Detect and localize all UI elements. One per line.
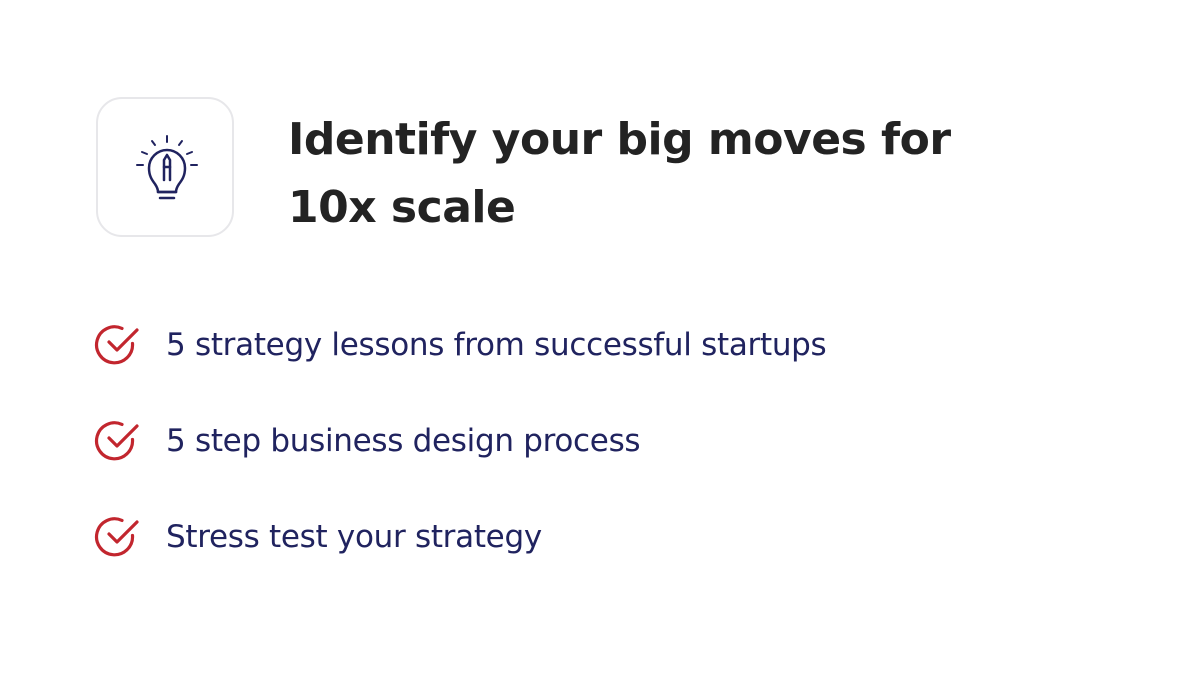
page-title: Identify your big moves for 10x scale — [288, 114, 951, 233]
benefit-label: 5 step business design process — [166, 423, 641, 459]
list-item: 5 step business design process — [94, 410, 826, 506]
feature-card: Identify your big moves for 10x scale 5 … — [0, 0, 1180, 698]
checkmark-circle-icon — [94, 517, 139, 557]
checkmark-circle-icon — [94, 325, 139, 365]
list-item: 5 strategy lessons from successful start… — [94, 314, 827, 410]
benefit-list: 5 strategy lessons from successful start… — [94, 314, 827, 602]
feature-icon-tile — [96, 97, 234, 237]
benefit-label: 5 strategy lessons from successful start… — [166, 327, 827, 363]
list-item: Stress test your strategy — [94, 506, 826, 602]
benefit-label: Stress test your strategy — [166, 519, 542, 555]
checkmark-circle-icon — [94, 421, 139, 461]
lightbulb-idea-icon — [136, 135, 198, 200]
